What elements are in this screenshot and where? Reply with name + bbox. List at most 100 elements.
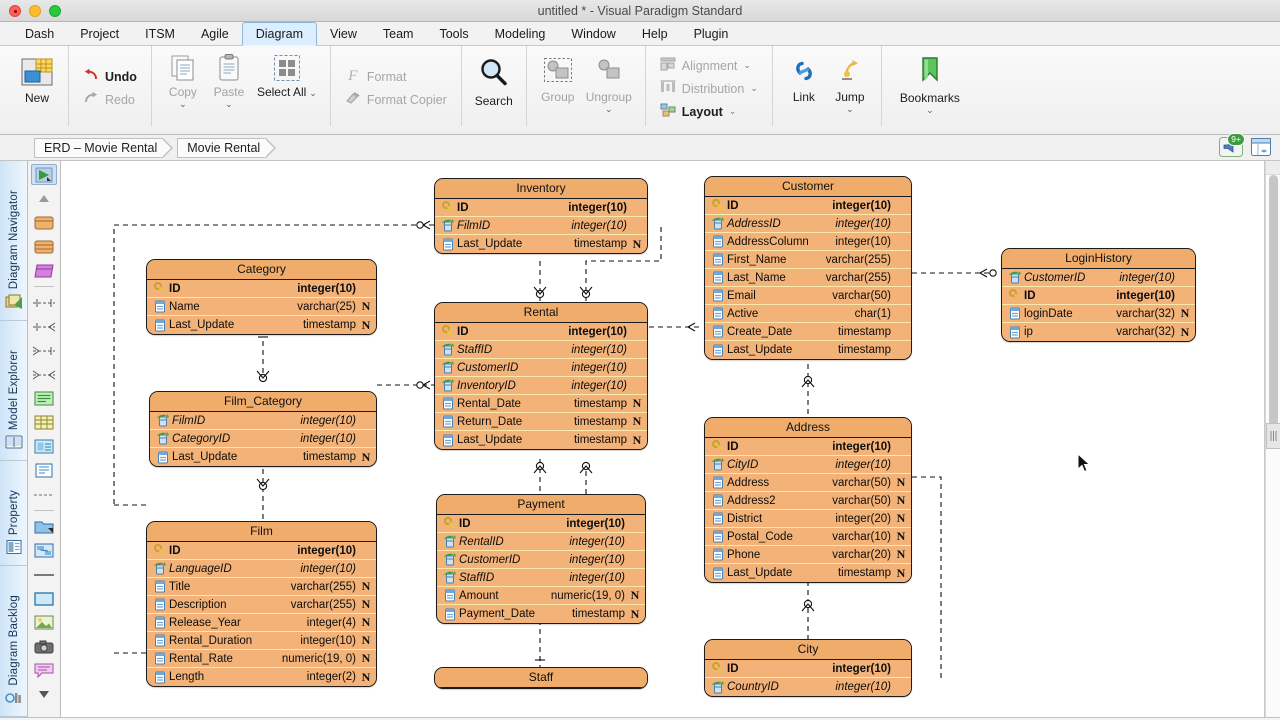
format-button[interactable]: F Format [339,65,453,88]
comment-tool[interactable] [31,660,57,681]
entity-column-row[interactable]: IDinteger(10) [705,197,911,215]
menu-dash[interactable]: Dash [12,22,67,45]
entity-inventory[interactable]: InventoryIDinteger(10)FilmIDinteger(10)L… [434,178,648,254]
jump-button[interactable]: Jump ⌄ [827,51,873,115]
container-tool[interactable] [31,436,57,457]
entity-payment[interactable]: PaymentIDinteger(10)RentalIDinteger(10)C… [436,494,646,624]
ungroup-button[interactable]: Ungroup ⌄ [581,51,637,115]
entity-column-row[interactable]: Last_Namevarchar(255) [705,269,911,287]
entity-column-row[interactable]: CustomerIDinteger(10) [1002,269,1195,287]
entity-column-row[interactable]: Last_UpdatetimestampN [435,431,647,449]
menu-agile[interactable]: Agile [188,22,242,45]
menu-tools[interactable]: Tools [426,22,481,45]
panel-resize-handle[interactable] [1266,423,1280,449]
entity-column-row[interactable]: IDinteger(10) [437,515,645,533]
entity-column-row[interactable]: IDinteger(10) [705,660,911,678]
entity-column-row[interactable]: IDinteger(10) [435,199,647,217]
alignment-button[interactable]: Alignment ⌄ [654,54,764,77]
entity-column-row[interactable]: Postal_Codevarchar(10)N [705,528,911,546]
entity-film[interactable]: FilmIDinteger(10)LanguageIDinteger(10)Ti… [146,521,377,687]
group-button[interactable]: Group [535,51,581,106]
jump-chevron-down-icon[interactable]: ⌄ [846,105,854,113]
entity-column-row[interactable]: AddressColumninteger(10) [705,233,911,251]
select-all-button[interactable]: Select All ⌄ [252,51,322,100]
entity-column-row[interactable]: First_Namevarchar(255) [705,251,911,269]
many-to-one-relationship-tool[interactable] [31,340,57,361]
distribution-button[interactable]: Distribution ⌄ [654,77,764,100]
folder-tool[interactable] [31,516,57,537]
entity-column-row[interactable]: StaffIDinteger(10) [435,341,647,359]
document-tool[interactable] [31,460,57,481]
sidebar-tab-property[interactable]: Property [0,461,27,566]
entity-category[interactable]: CategoryIDinteger(10)Namevarchar(25)NLas… [146,259,377,335]
entity-column-row[interactable]: Payment_DatetimestampN [437,605,645,623]
entity-column-row[interactable]: IDinteger(10) [1002,287,1195,305]
entity-column-row[interactable]: Release_Yearinteger(4)N [147,614,376,632]
entity-column-row[interactable]: Namevarchar(25)N [147,298,376,316]
entity-column-row[interactable]: LanguageIDinteger(10) [147,560,376,578]
rectangle-tool[interactable] [31,588,57,609]
copy-chevron-down-icon[interactable]: ⌄ [179,100,187,108]
entity-column-row[interactable]: Activechar(1) [705,305,911,323]
entity-column-row[interactable]: CityIDinteger(10) [705,456,911,474]
new-button[interactable]: New [14,51,60,107]
copy-button[interactable]: Copy ⌄ [160,51,206,110]
entity-film_category[interactable]: Film_CategoryFilmIDinteger(10)CategoryID… [149,391,377,467]
entity-column-row[interactable]: IDinteger(10) [435,323,647,341]
distribution-chevron-down-icon[interactable]: ⌄ [750,83,758,94]
entity-column-row[interactable]: StaffIDinteger(10) [437,569,645,587]
entity-column-row[interactable]: InventoryIDinteger(10) [435,377,647,395]
entity-column-row[interactable]: Phonevarchar(20)N [705,546,911,564]
open-specification-button[interactable] [1250,137,1272,160]
link-button[interactable]: Link [781,51,827,106]
select-all-chevron-down-icon[interactable]: ⌄ [309,89,317,97]
image-tool[interactable] [31,612,57,633]
alignment-chevron-down-icon[interactable]: ⌄ [743,60,751,71]
entity-address[interactable]: AddressIDinteger(10)CityIDinteger(10)Add… [704,417,912,583]
format-copier-button[interactable]: Format Copier [339,88,453,111]
entity-staff[interactable]: Staff [434,667,648,689]
entity-column-row[interactable]: CountryIDinteger(10) [705,678,911,696]
undo-button[interactable]: Undo [77,65,143,88]
entity-column-row[interactable]: IDinteger(10) [147,280,376,298]
menu-project[interactable]: Project [67,22,132,45]
entity-column-row[interactable]: Addressvarchar(50)N [705,474,911,492]
entity-column-row[interactable]: IDinteger(10) [705,438,911,456]
entity-column-row[interactable]: Rental_Durationinteger(10)N [147,632,376,650]
camera-tool[interactable] [31,636,57,657]
scrollbar-thumb[interactable] [1269,175,1278,445]
entity-rental[interactable]: RentalIDinteger(10)StaffIDinteger(10)Cus… [434,302,648,450]
menu-plugin[interactable]: Plugin [681,22,742,45]
entity-column-row[interactable]: ipvarchar(32)N [1002,323,1195,341]
entity-column-row[interactable]: Return_DatetimestampN [435,413,647,431]
entity-column-row[interactable]: Last_UpdatetimestampN [147,316,376,334]
entity-loginhistory[interactable]: LoginHistoryCustomerIDinteger(10)IDinteg… [1001,248,1196,342]
entity-column-row[interactable]: Last_UpdatetimestampN [435,235,647,253]
layout-chevron-down-icon[interactable]: ⌄ [729,106,737,117]
breadcrumb-item-erd[interactable]: ERD – Movie Rental [34,138,163,158]
menu-view[interactable]: View [317,22,370,45]
sidebar-tab-diagram-backlog[interactable]: Diagram Backlog [0,566,27,717]
breadcrumb-item-diagram[interactable]: Movie Rental [177,138,266,158]
entity-customer[interactable]: CustomerIDinteger(10)AddressIDinteger(10… [704,176,912,360]
entity-tool[interactable] [31,212,57,233]
bookmarks-button[interactable]: Bookmarks ⌄ [890,51,970,116]
entity-column-row[interactable]: CustomerIDinteger(10) [437,551,645,569]
paste-button[interactable]: Paste ⌄ [206,51,252,110]
entity-column-row[interactable]: Emailvarchar(50) [705,287,911,305]
table-tool[interactable] [31,412,57,433]
menu-help[interactable]: Help [629,22,681,45]
note-tool[interactable] [31,388,57,409]
entity-column-row[interactable]: Descriptionvarchar(255)N [147,596,376,614]
entity-column-row[interactable]: Create_Datetimestamp [705,323,911,341]
ungroup-chevron-down-icon[interactable]: ⌄ [605,105,613,113]
entity-column-row[interactable]: CategoryIDinteger(10) [150,430,376,448]
model-tool[interactable] [31,540,57,561]
entity-column-row[interactable]: FilmIDinteger(10) [150,412,376,430]
generic-shape-tool[interactable] [31,260,57,281]
entity-column-row[interactable]: Amountnumeric(19, 0)N [437,587,645,605]
entity-column-row[interactable]: AddressIDinteger(10) [705,215,911,233]
layout-button[interactable]: Layout ⌄ [654,100,764,123]
notification-button[interactable]: 9+ [1219,137,1243,160]
entity-column-row[interactable]: Rental_DatetimestampN [435,395,647,413]
